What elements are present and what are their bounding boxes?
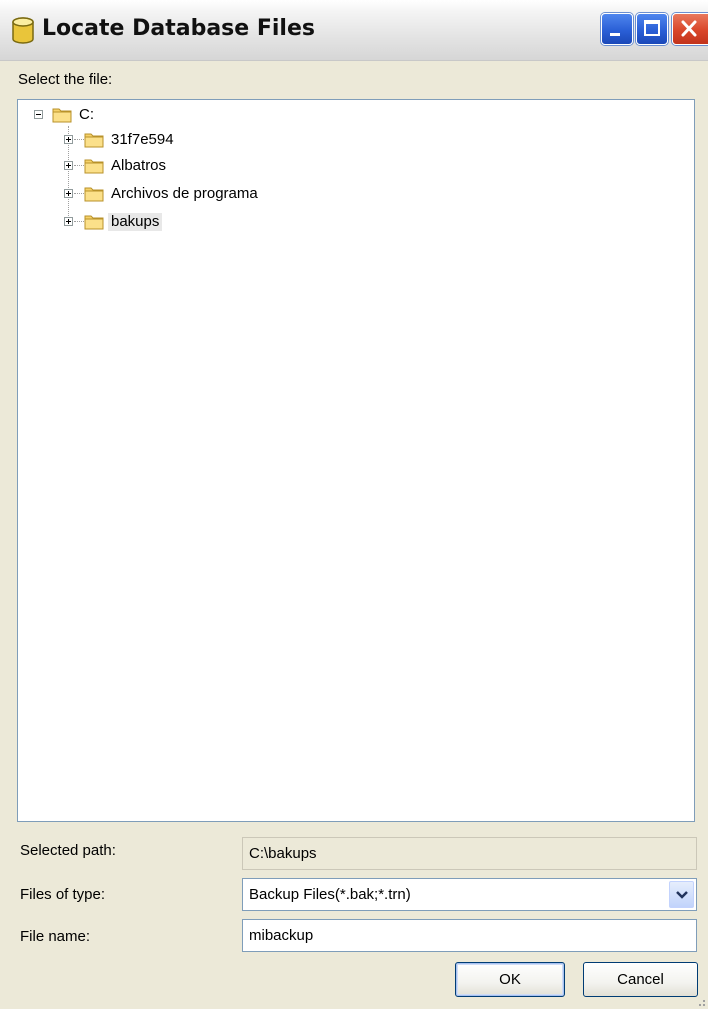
tree-node-label: Albatros <box>111 157 167 174</box>
folder-open-icon <box>52 108 72 123</box>
selected-path-label: Selected path: <box>20 842 116 859</box>
tree-connector <box>74 193 84 194</box>
tree-node-label: bakups <box>108 213 163 231</box>
tree-connector <box>74 165 84 166</box>
collapse-icon[interactable] <box>34 110 43 119</box>
folder-icon <box>84 159 104 174</box>
selected-path-field: C:\bakups <box>242 837 697 870</box>
select-file-label: Select the file: <box>18 71 113 88</box>
folder-tree[interactable]: C: 31f7e594 Albatros Archivos de program… <box>17 99 695 822</box>
folder-icon <box>84 187 104 202</box>
tree-node-31f7e594[interactable]: 31f7e594 <box>30 130 330 152</box>
tree-node-label: Archivos de programa <box>111 185 258 202</box>
tree-node-label: C: <box>79 106 94 123</box>
locate-database-files-dialog: Locate Database Files Select the file: C… <box>0 0 708 1009</box>
files-of-type-select[interactable]: Backup Files(*.bak;*.trn) <box>242 878 697 911</box>
minimize-button[interactable] <box>601 13 633 45</box>
expand-icon[interactable] <box>64 161 73 170</box>
folder-icon <box>84 215 104 230</box>
dropdown-button[interactable] <box>669 881 694 908</box>
tree-node-root[interactable]: C: <box>30 105 250 127</box>
tree-node-albatros[interactable]: Albatros <box>30 156 330 178</box>
files-of-type-label: Files of type: <box>20 886 106 903</box>
close-icon <box>681 20 697 37</box>
folder-icon <box>84 133 104 148</box>
files-of-type-value: Backup Files(*.bak;*.trn) <box>249 886 411 903</box>
close-button[interactable] <box>672 13 708 45</box>
expand-icon[interactable] <box>64 217 73 226</box>
title-bar[interactable]: Locate Database Files <box>0 0 708 61</box>
file-name-label: File name: <box>20 928 91 945</box>
window-title: Locate Database Files <box>42 16 315 41</box>
expand-icon[interactable] <box>64 135 73 144</box>
chevron-down-icon <box>676 891 688 899</box>
tree-node-bakups[interactable]: bakups <box>30 212 330 234</box>
database-cylinder-icon <box>12 17 34 44</box>
maximize-icon <box>644 20 660 36</box>
expand-icon[interactable] <box>64 189 73 198</box>
tree-node-label: 31f7e594 <box>111 131 174 148</box>
resize-grip-icon[interactable] <box>694 995 706 1007</box>
tree-connector <box>74 139 84 140</box>
tree-node-archivos-de-programa[interactable]: Archivos de programa <box>30 184 350 206</box>
minimize-icon <box>610 33 620 36</box>
file-name-input[interactable]: mibackup <box>242 919 697 952</box>
tree-connector <box>74 221 84 222</box>
maximize-button[interactable] <box>636 13 668 45</box>
ok-button[interactable]: OK <box>455 962 565 997</box>
cancel-button[interactable]: Cancel <box>583 962 698 997</box>
